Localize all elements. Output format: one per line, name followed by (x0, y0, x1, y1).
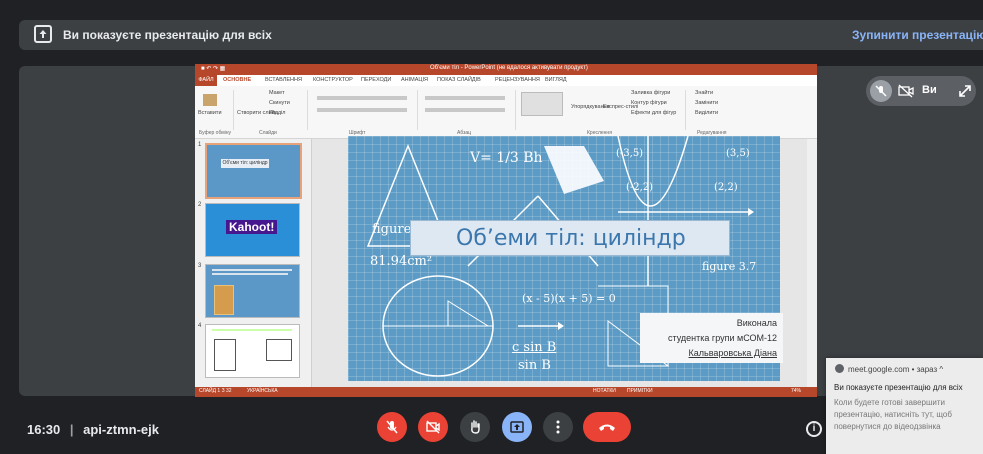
camera-toggle-button[interactable] (418, 412, 448, 442)
chrome-notification[interactable]: meet.google.com • зараз ^ Ви показуєте п… (826, 358, 983, 454)
author-line: Виконала (736, 318, 777, 328)
tab-review[interactable]: РЕЦЕНЗУВАННЯ (495, 77, 540, 83)
tab-transitions[interactable]: ПЕРЕХОДИ (361, 77, 391, 83)
label-figure: figure (372, 222, 412, 237)
ppt-ribbon: Вставити Буфер обміну Створити слайд Мак… (195, 86, 817, 139)
select-button[interactable]: Виділити (695, 110, 718, 116)
replace-button[interactable]: Замінити (695, 100, 718, 106)
language-indicator: УКРАЇНСЬКА (247, 388, 278, 394)
mic-toggle-button[interactable] (377, 412, 407, 442)
kahoot-logo: Kahoot! (226, 220, 278, 234)
comments-button[interactable]: ПРИМІТКИ (627, 388, 653, 394)
fraction-denominator: sin B (518, 358, 551, 373)
label-area: 81.94cm² (370, 254, 433, 269)
slide-thumbnail[interactable]: Kahoot! (205, 203, 300, 257)
tab-design[interactable]: КОНСТРУКТОР (313, 77, 353, 83)
author-line: студентка групи мСОМ-12 (668, 333, 777, 343)
ribbon-group-clipboard: Вставити Буфер обміну (197, 90, 234, 136)
expand-icon[interactable] (958, 84, 972, 98)
meeting-info: 16:30 | api-ztmn-ejk (27, 422, 159, 437)
present-now-button[interactable] (502, 412, 532, 442)
tab-insert[interactable]: ВСТАВЛЕННЯ (265, 77, 302, 83)
camera-off-icon (898, 83, 914, 99)
thumb-title: Об'єми тіл: циліндр (221, 159, 269, 168)
thumb-number: 2 (198, 202, 202, 208)
meeting-code: api-ztmn-ejk (83, 422, 159, 437)
shape-fill-button[interactable]: Заливка фігури (631, 90, 670, 96)
camera-off-icon (426, 420, 440, 434)
reset-button[interactable]: Скинути (269, 100, 290, 106)
zoom-level[interactable]: 74% (791, 388, 801, 394)
find-button[interactable]: Знайти (695, 90, 713, 96)
more-vert-icon (556, 420, 560, 434)
hang-up-icon (599, 424, 615, 431)
tab-animations[interactable]: АНІМАЦІЯ (401, 77, 428, 83)
ribbon-label-slides: Слайди (259, 130, 277, 136)
ppt-window-title: Об'єми тіл - PowerPoint (не вдалося акти… (430, 65, 588, 71)
slide-thumbnail[interactable]: Об'єми тіл: циліндр (205, 143, 302, 199)
author-name: Кальваровська Діана (688, 348, 777, 358)
ppt-scrollbar[interactable] (807, 139, 817, 387)
fraction-numerator: c sin B (512, 340, 557, 355)
chrome-icon (835, 364, 844, 373)
coord-neg22: (-2,2) (626, 182, 654, 193)
author-box: Виконала студентка групи мСОМ-12 Кальвар… (640, 313, 783, 363)
label-figure-37: figure 3.7 (702, 260, 757, 273)
present-screen-icon (510, 421, 524, 433)
raise-hand-button[interactable] (460, 412, 490, 442)
slide-counter: СЛАЙД 1 З 32 (199, 388, 232, 394)
ribbon-group-slides: Створити слайд Макет Скинути Розділ Слай… (235, 90, 308, 136)
shape-effects-button[interactable]: Ефекти для фігур (631, 110, 676, 116)
present-screen-icon (34, 25, 52, 43)
notification-body: Коли будете готові завершити презентацію… (834, 398, 952, 431)
ribbon-group-editing: Знайти Замінити Виділити Редагування (687, 90, 747, 136)
shape-outline-button[interactable]: Контур фігури (631, 100, 667, 106)
thumb-number: 3 (198, 263, 202, 269)
slide-title: Об’еми тіл: циліндр (456, 226, 686, 251)
slide-thumbnail[interactable] (205, 324, 300, 378)
banner-message: Ви показуєте презентацію для всіх (63, 28, 272, 42)
coord-pos22: (2,2) (714, 182, 738, 193)
notes-button[interactable]: НОТАТКИ (593, 388, 616, 394)
leave-call-button[interactable] (583, 412, 631, 442)
equation-product: (x - 5)(x + 5) = 0 (522, 292, 616, 305)
hand-icon (471, 420, 480, 434)
slide-thumbnails-pane: 1 Об'єми тіл: циліндр 2 Kahoot! 3 4 (195, 139, 312, 387)
self-name-label: Ви (922, 84, 937, 96)
notification-title: Ви показуєте презентацію для всіх (834, 383, 963, 392)
tab-home[interactable]: ОСНОВНЕ (223, 77, 251, 83)
meeting-separator: | (69, 422, 74, 437)
ppt-status-bar: СЛАЙД 1 З 32 УКРАЇНСЬКА НОТАТКИ ПРИМІТКИ… (195, 387, 817, 397)
section-button[interactable]: Розділ (269, 110, 285, 116)
mic-muted-icon (870, 80, 892, 102)
tab-slideshow[interactable]: ПОКАЗ СЛАЙДІВ (437, 77, 481, 83)
ribbon-group-paragraph: Абзац (419, 90, 516, 136)
coord-neg35: (-3,5) (616, 148, 644, 159)
meeting-details-icon[interactable]: i (806, 421, 822, 437)
more-options-button[interactable] (543, 412, 573, 442)
tab-view[interactable]: ВИГЛЯД (545, 77, 567, 83)
notification-source: meet.google.com • зараз ^ (848, 365, 944, 374)
ribbon-group-drawing: Упорядкування Експрес-стилі Заливка фігу… (517, 90, 686, 136)
thumb-number: 4 (198, 323, 202, 329)
mic-off-icon (386, 420, 398, 434)
coord-pos35: (3,5) (726, 148, 750, 159)
ribbon-label-clipboard: Буфер обміну (199, 130, 232, 136)
layout-button[interactable]: Макет (269, 90, 285, 96)
meeting-time: 16:30 (27, 422, 61, 437)
thumb-number: 1 (198, 142, 202, 148)
stop-presenting-button[interactable]: Зупинити презентацію (852, 28, 983, 42)
formula-volume: V= 1/3 Bh (470, 150, 543, 166)
paste-button[interactable]: Вставити (198, 110, 222, 116)
slide-thumbnail[interactable] (205, 264, 300, 318)
ribbon-group-font: Шрифт (309, 90, 418, 136)
ppt-quick-access: ■ ↶ ↷ ▦ (201, 66, 226, 72)
tab-file[interactable]: ФАЙЛ (195, 75, 217, 86)
